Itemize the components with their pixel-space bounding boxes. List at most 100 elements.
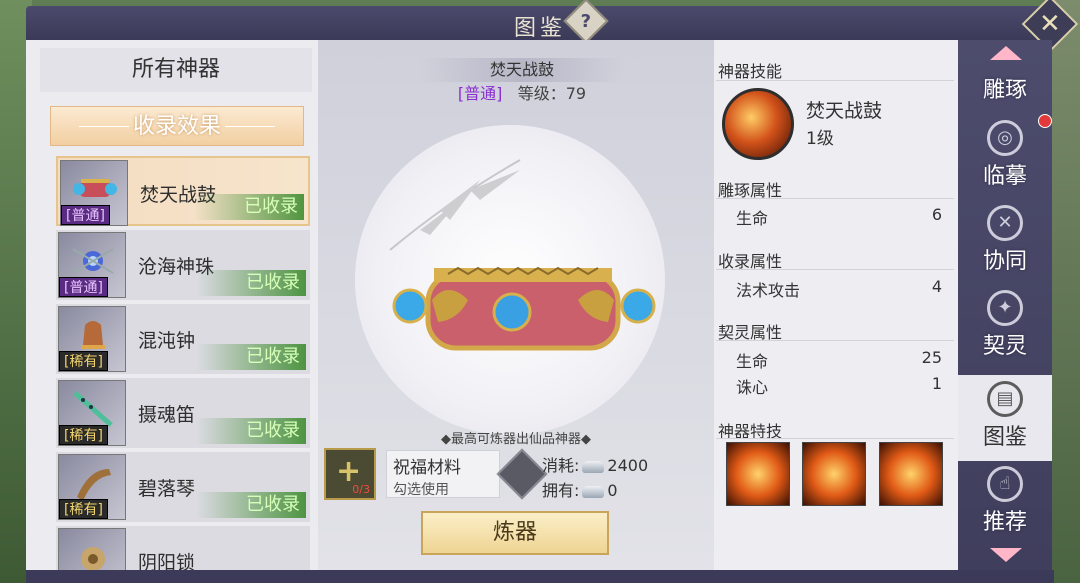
stat-value: 1 xyxy=(931,374,942,393)
owned-value: 0 xyxy=(607,481,618,500)
list-item[interactable]: 阴阳锁 xyxy=(56,526,310,570)
nav-spirit[interactable]: ✦ 契灵 xyxy=(958,290,1052,366)
material-name: 祝福材料 xyxy=(393,458,461,478)
rarity-badge: [普通] xyxy=(59,277,108,297)
bell-icon xyxy=(81,321,105,349)
artifact-name: 焚天战鼓 xyxy=(420,58,624,82)
silver-ingot-icon xyxy=(582,485,605,498)
blessing-material-slot[interactable]: + 0/3 xyxy=(324,448,376,500)
refine-button[interactable]: 炼器 xyxy=(421,511,609,555)
stat-label: 法术攻击 xyxy=(736,281,801,300)
scroll-up-arrow-icon[interactable] xyxy=(990,46,1022,60)
rarity-badge: [普通] xyxy=(61,205,110,225)
artifact-list[interactable]: [普通] 焚天战鼓 已收录 [普通] 沧海神珠 已收录 [稀有] 混沌钟 已收录… xyxy=(56,156,312,570)
collect-effect-button[interactable]: 收录效果 xyxy=(50,106,304,146)
stat-value: 25 xyxy=(921,348,942,367)
skill-section-title: 神器技能 xyxy=(718,62,783,81)
title-bar: 图鉴 xyxy=(26,6,1054,41)
artifact-thumbnail xyxy=(58,528,126,570)
flute-icon xyxy=(73,391,113,427)
list-item[interactable]: [普通] 沧海神珠 已收录 xyxy=(56,230,310,300)
nav-label: 推荐 xyxy=(982,510,1027,535)
collected-status: 已收录 xyxy=(194,194,304,220)
window-title: 图鉴 xyxy=(513,16,566,41)
bottom-frame xyxy=(26,570,1054,583)
divider xyxy=(716,438,954,439)
stat-value: 4 xyxy=(931,277,942,296)
stat-label: 诛心 xyxy=(736,378,769,397)
material-hint: 勾选使用 xyxy=(393,482,449,498)
stat-value: 6 xyxy=(931,205,942,224)
zither-icon xyxy=(77,469,111,501)
crossed-swords-icon: ✕ xyxy=(987,205,1023,241)
divider xyxy=(716,198,954,199)
nav-cooperate[interactable]: ✕ 协同 xyxy=(958,205,1052,281)
artifact-thumbnail: [稀有] xyxy=(58,380,126,446)
skill-name: 焚天战鼓 xyxy=(806,100,883,122)
stat-row: 法术攻击 4 xyxy=(736,277,942,301)
artifact-thumbnail: [稀有] xyxy=(58,454,126,520)
nav-label: 图鉴 xyxy=(982,425,1027,450)
book-icon: ▤ xyxy=(987,381,1023,417)
lock-icon xyxy=(81,547,105,570)
pearl-icon xyxy=(72,248,114,274)
fire-slash-icon[interactable] xyxy=(726,442,790,506)
divider xyxy=(716,269,954,270)
owned-row: 拥有: 0 xyxy=(542,477,618,501)
nav-label: 协同 xyxy=(982,249,1027,274)
silver-ingot-icon xyxy=(582,460,605,473)
stat-label: 生命 xyxy=(736,209,769,228)
war-drum-model xyxy=(392,266,656,351)
level-label: 等级：79 xyxy=(517,84,587,103)
grade-badge: [普通] xyxy=(457,84,503,103)
item-name: 碧落琴 xyxy=(138,478,196,500)
collected-status: 已收录 xyxy=(196,270,306,296)
artifact-thumbnail: [普通] xyxy=(58,232,126,298)
nav-label: 雕琢 xyxy=(982,78,1027,103)
scroll-down-arrow-icon[interactable] xyxy=(990,548,1022,562)
nav-codex[interactable]: ▤ 图鉴 xyxy=(958,375,1052,461)
artifact-thumbnail: [普通] xyxy=(60,160,128,226)
list-item[interactable]: [稀有] 碧落琴 已收录 xyxy=(56,452,310,522)
item-name: 阴阳锁 xyxy=(138,552,196,570)
close-icon: ✕ xyxy=(1039,8,1061,39)
skill-level: 1级 xyxy=(806,129,834,149)
stat-row: 诛心 1 xyxy=(736,374,942,398)
thumbs-up-icon: ☝ xyxy=(987,466,1023,502)
copy-swirl-icon: ◎ xyxy=(987,120,1023,156)
material-count: 0/3 xyxy=(352,483,370,496)
owned-label: 拥有: xyxy=(542,481,580,500)
divider xyxy=(716,340,954,341)
nav-label: 契灵 xyxy=(982,334,1027,359)
cost-row: 消耗: 2400 xyxy=(542,452,648,476)
left-panel-title: 所有神器 xyxy=(40,48,312,92)
bamboo-decoration xyxy=(389,159,521,251)
notification-dot xyxy=(1038,114,1052,128)
grade-level: [普通] 等级：79 xyxy=(420,82,624,106)
blaze-icon[interactable] xyxy=(879,442,943,506)
nav-copy[interactable]: ◎ 临摹 xyxy=(958,120,1052,196)
list-item[interactable]: [稀有] 混沌钟 已收录 xyxy=(56,304,310,374)
cost-value: 2400 xyxy=(607,456,649,475)
skill-icon[interactable] xyxy=(722,88,794,160)
list-item[interactable]: [普通] 焚天战鼓 已收录 xyxy=(56,156,310,226)
item-name: 混沌钟 xyxy=(138,330,196,352)
collected-status: 已收录 xyxy=(196,418,306,444)
collected-status: 已收录 xyxy=(196,492,306,518)
stat-row: 生命 6 xyxy=(736,205,942,229)
stat-label: 生命 xyxy=(736,352,769,371)
drum-icon xyxy=(73,179,117,197)
rarity-badge: [稀有] xyxy=(59,499,108,519)
nav-recommend[interactable]: ☝ 推荐 xyxy=(958,466,1052,542)
spirit-star-icon: ✦ xyxy=(987,290,1023,326)
item-name: 摄魂笛 xyxy=(138,404,196,426)
background-right xyxy=(1050,0,1080,583)
cost-label: 消耗: xyxy=(542,456,580,475)
collected-status: 已收录 xyxy=(196,344,306,370)
flame-sweep-icon[interactable] xyxy=(802,442,866,506)
artifact-thumbnail: [稀有] xyxy=(58,306,126,372)
max-quality-note: ◆最高可炼器出仙品神器◆ xyxy=(441,432,591,447)
stat-row: 生命 25 xyxy=(736,348,942,372)
material-info[interactable]: 祝福材料 勾选使用 xyxy=(386,450,500,498)
list-item[interactable]: [稀有] 摄魂笛 已收录 xyxy=(56,378,310,448)
